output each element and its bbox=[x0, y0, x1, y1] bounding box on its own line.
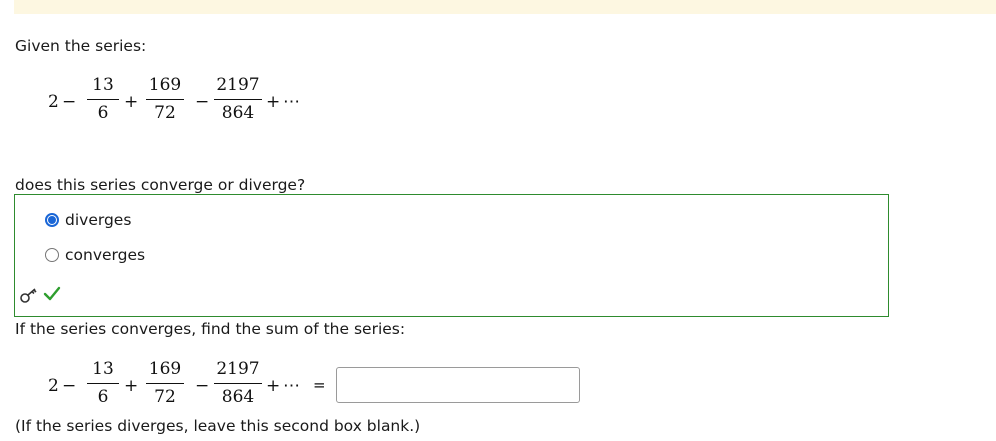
fraction-bar bbox=[87, 99, 119, 100]
series-expression: 2 − 13 6 + 169 72 − 2197 864 + ⋯ bbox=[0, 75, 340, 135]
fraction-bar bbox=[214, 99, 262, 100]
key-icon[interactable] bbox=[19, 286, 39, 306]
series-fraction: 169 72 bbox=[146, 75, 184, 127]
equals-sign: = bbox=[313, 376, 326, 394]
series-fraction: 169 72 bbox=[146, 359, 184, 411]
series-ellipsis: ⋯ bbox=[283, 376, 300, 396]
fraction-denominator: 72 bbox=[154, 103, 176, 123]
fraction-numerator: 2197 bbox=[216, 75, 260, 95]
fraction-numerator: 2197 bbox=[216, 359, 260, 379]
fraction-denominator: 72 bbox=[154, 387, 176, 407]
radio-button-diverges[interactable] bbox=[45, 213, 59, 227]
note-text: (If the series diverges, leave this seco… bbox=[15, 417, 421, 435]
series-operator: − bbox=[195, 376, 210, 396]
fraction-bar bbox=[146, 99, 184, 100]
series-ellipsis: ⋯ bbox=[283, 92, 300, 112]
series-first-term: 2 bbox=[48, 92, 59, 112]
series-operator: + bbox=[124, 376, 139, 396]
series-operator: − bbox=[62, 376, 77, 396]
fraction-bar bbox=[146, 383, 184, 384]
sum-answer-input[interactable] bbox=[336, 367, 580, 403]
answer-box: diverges converges bbox=[14, 194, 889, 317]
series-fraction: 13 6 bbox=[87, 359, 119, 411]
series-expression: 2 − 13 6 + 169 72 − 2197 864 + ⋯ = bbox=[0, 359, 340, 419]
series-operator: + bbox=[266, 376, 281, 396]
series-operator: − bbox=[62, 92, 77, 112]
option-converges[interactable]: converges bbox=[45, 245, 145, 265]
fraction-denominator: 864 bbox=[221, 103, 255, 123]
fraction-numerator: 13 bbox=[92, 359, 114, 379]
sum-question-text: If the series converges, find the sum of… bbox=[15, 320, 406, 338]
radio-button-converges[interactable] bbox=[45, 248, 59, 262]
fraction-bar bbox=[214, 383, 262, 384]
fraction-numerator: 169 bbox=[148, 359, 182, 379]
series-first-term: 2 bbox=[48, 376, 59, 396]
series-operator: + bbox=[124, 92, 139, 112]
fraction-denominator: 864 bbox=[221, 387, 255, 407]
checkmark-icon bbox=[43, 286, 61, 301]
top-banner bbox=[14, 0, 996, 14]
series-fraction: 2197 864 bbox=[214, 359, 262, 411]
option-label: converges bbox=[65, 246, 146, 264]
fraction-denominator: 6 bbox=[97, 387, 109, 407]
series-operator: − bbox=[195, 92, 210, 112]
fraction-numerator: 13 bbox=[92, 75, 114, 95]
option-label: diverges bbox=[65, 211, 132, 229]
series-fraction: 2197 864 bbox=[214, 75, 262, 127]
fraction-numerator: 169 bbox=[148, 75, 182, 95]
fraction-denominator: 6 bbox=[97, 103, 109, 123]
option-diverges[interactable]: diverges bbox=[45, 210, 131, 230]
series-fraction: 13 6 bbox=[87, 75, 119, 127]
fraction-bar bbox=[87, 383, 119, 384]
question-text: does this series converge or diverge? bbox=[15, 176, 306, 194]
series-operator: + bbox=[266, 92, 281, 112]
prompt-text: Given the series: bbox=[15, 37, 147, 55]
